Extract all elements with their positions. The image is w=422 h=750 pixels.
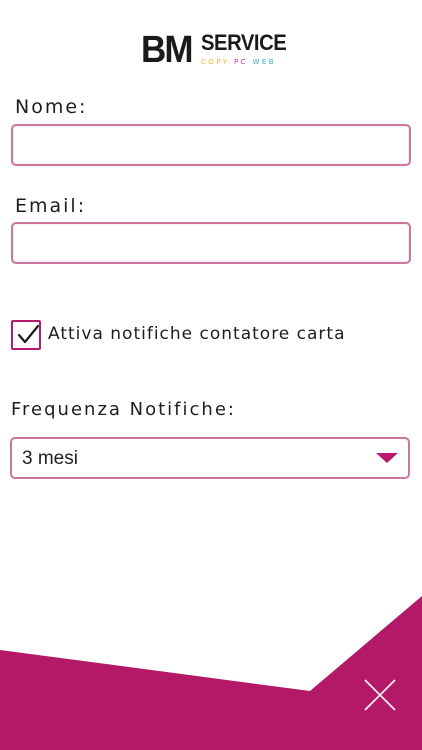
- name-field[interactable]: [11, 124, 411, 166]
- logo: BM SERVICE COPY PC WEB: [141, 29, 287, 72]
- close-icon: [364, 679, 396, 711]
- close-button[interactable]: [362, 677, 398, 713]
- footer-decoration: [0, 596, 422, 750]
- logo-bm: BM: [141, 29, 194, 71]
- logo-service: SERVICE: [201, 30, 287, 55]
- frequency-select[interactable]: 3 mesi: [10, 437, 410, 479]
- email-label: Email:: [15, 195, 87, 217]
- logo-tagline: COPY PC WEB: [201, 57, 276, 67]
- logo-tagline-copy: COPY: [201, 58, 230, 66]
- name-label: Nome:: [15, 96, 88, 118]
- notify-label[interactable]: Attiva notifiche contatore carta: [48, 324, 346, 344]
- chevron-down-icon: [376, 453, 398, 463]
- frequency-selected-value: 3 mesi: [22, 448, 78, 469]
- logo-tagline-web: WEB: [252, 58, 276, 66]
- notify-checkbox[interactable]: [11, 320, 41, 350]
- email-field[interactable]: [11, 222, 411, 264]
- frequency-label: Frequenza Notifiche:: [11, 399, 236, 420]
- checkmark-icon: [17, 324, 40, 344]
- logo-tagline-pc: PC: [233, 58, 248, 66]
